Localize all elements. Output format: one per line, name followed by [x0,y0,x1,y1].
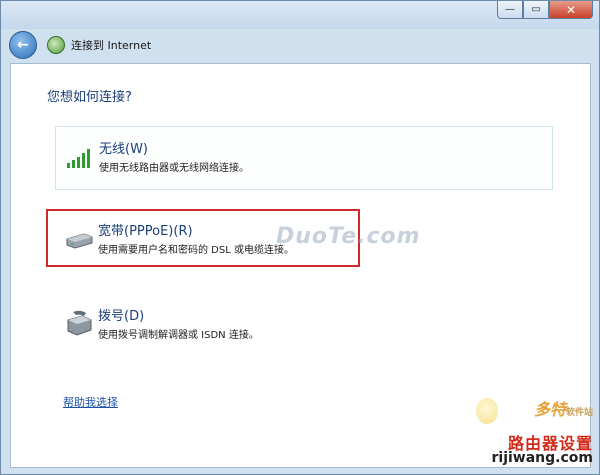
navigation-row: ← 连接到 Internet [9,31,151,59]
center-watermark: DuoTe.com [276,224,421,249]
window-controls: — ▭ ✕ [497,1,593,19]
maximize-button[interactable]: ▭ [523,1,549,19]
help-me-choose-link[interactable]: 帮助我选择 [63,394,118,410]
option-dialup-description: 使用拨号调制解调器或 ISDN 连接。 [98,330,259,341]
page-question: 您想如何连接? [47,90,132,105]
dialup-modem-icon [67,310,92,336]
network-globe-icon [47,36,65,54]
option-dialup[interactable]: 拨号(D) 使用拨号调制解调器或 ISDN 连接。 [55,294,551,356]
option-wireless-description: 使用无线路由器或无线网络连接。 [99,163,249,174]
brand-name: 多特 [533,400,566,419]
site-logo-watermark: 多特软件站 路由器设置 rijiwang.com [468,396,593,470]
title-bar: — ▭ ✕ [1,1,599,29]
wireless-signal-icon [67,149,90,168]
back-button[interactable]: ← [9,31,37,59]
lightbulb-icon [476,398,498,424]
minimize-button[interactable]: — [497,1,523,19]
option-dialup-title: 拨号(D) [98,309,145,324]
brand-sub: 软件站 [565,408,593,418]
close-button[interactable]: ✕ [549,1,593,19]
brand-watermark: 多特软件站 [534,396,593,420]
connect-to-internet-window: — ▭ ✕ ← 连接到 Internet 您想如何连接? 无线(W) 使用无线路… [0,0,600,475]
window-title: 连接到 Internet [71,39,152,52]
option-wireless-title: 无线(W) [99,142,148,157]
url-watermark: rijiwang.com [491,450,594,466]
option-wireless[interactable]: 无线(W) 使用无线路由器或无线网络连接。 [55,126,553,190]
